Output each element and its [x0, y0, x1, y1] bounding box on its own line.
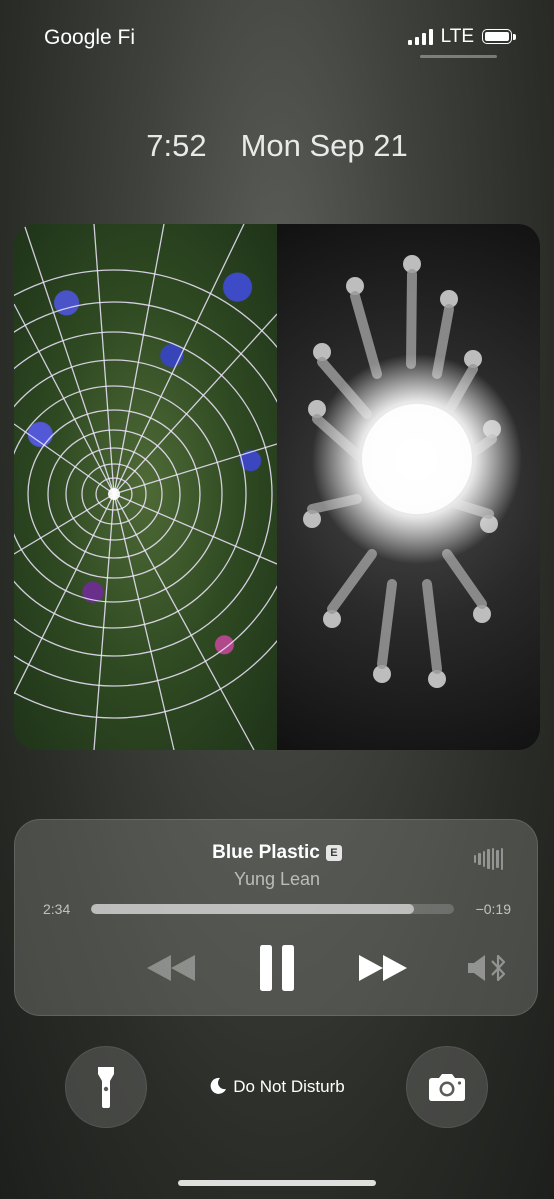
- fast-forward-button[interactable]: [355, 940, 411, 996]
- pause-icon: [260, 945, 294, 991]
- track-title-row[interactable]: Blue Plastic E: [15, 842, 539, 864]
- camera-icon: [429, 1074, 465, 1101]
- playback-scrubber[interactable]: [91, 904, 454, 914]
- camera-button[interactable]: [406, 1046, 488, 1128]
- moon-icon: [210, 1077, 227, 1094]
- album-artwork[interactable]: [14, 224, 540, 750]
- remaining-time: −0:19: [475, 901, 511, 917]
- fast-forward-icon: [359, 955, 407, 981]
- clock-time: 7:52: [146, 128, 207, 163]
- lock-screen-datetime: 7:52 Mon Sep 21: [0, 128, 554, 164]
- elapsed-time: 2:34: [43, 901, 71, 917]
- home-indicator[interactable]: [178, 1180, 376, 1186]
- playback-controls: [15, 940, 539, 996]
- explicit-badge: E: [325, 845, 342, 861]
- playback-progress-fill: [91, 904, 415, 914]
- track-title: Blue Plastic: [212, 842, 320, 863]
- signal-icon: [407, 29, 433, 45]
- now-playing-widget: Blue Plastic E Yung Lean 2:34 −0:19: [14, 819, 538, 1016]
- audio-output-button[interactable]: [463, 940, 513, 996]
- track-artist[interactable]: Yung Lean: [15, 869, 539, 890]
- battery-icon: [482, 28, 518, 46]
- control-center-indicator[interactable]: [420, 55, 497, 58]
- clock-date: Mon Sep 21: [240, 128, 408, 163]
- artwork-swimmers-panel: [277, 224, 540, 750]
- network-type: LTE: [440, 26, 474, 47]
- rewind-button[interactable]: [143, 940, 199, 996]
- status-icons: LTE: [407, 26, 518, 48]
- status-bar: Google Fi LTE: [0, 0, 554, 80]
- audio-waveform-icon[interactable]: [473, 848, 503, 870]
- speaker-bluetooth-icon: [468, 954, 506, 982]
- pause-button[interactable]: [249, 940, 305, 996]
- rewind-icon: [147, 955, 195, 981]
- artwork-spider-web-panel: [14, 224, 277, 750]
- focus-mode-label: Do Not Disturb: [233, 1077, 345, 1096]
- carrier-name: Google Fi: [44, 26, 136, 49]
